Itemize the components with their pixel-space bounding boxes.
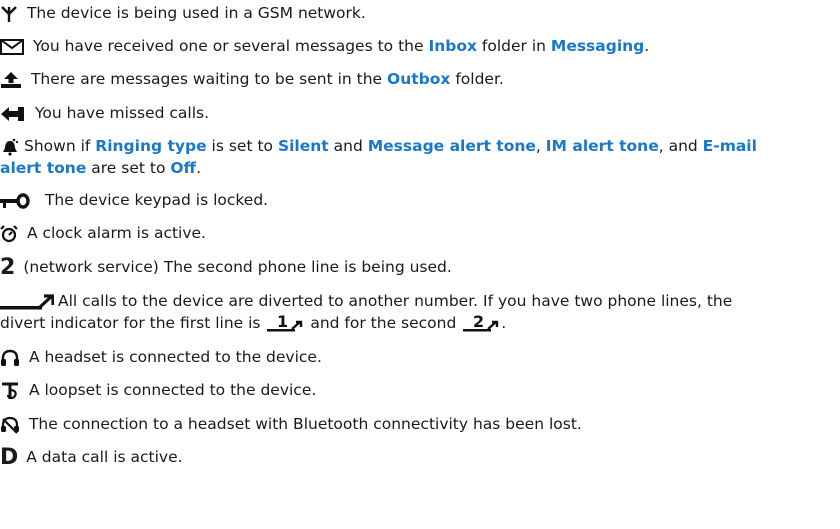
item-text: , bbox=[535, 137, 546, 155]
alarm-clock-icon bbox=[0, 224, 18, 243]
list-item: All calls to the device are diverted to … bbox=[0, 290, 840, 338]
item-text: A clock alarm is active. bbox=[26, 224, 206, 242]
item-text: You have received one or several message… bbox=[32, 37, 429, 55]
item-text: . bbox=[501, 314, 507, 332]
divert-line-two-number: 2 bbox=[473, 314, 484, 331]
ringing-type-link: Ringing type bbox=[95, 137, 207, 155]
email-alert-tone-link: alert tone bbox=[0, 159, 87, 177]
item-text: A loopset is connected to the device. bbox=[28, 381, 317, 399]
loopset-icon bbox=[0, 382, 20, 400]
item-text: A headset is connected to the device. bbox=[28, 348, 322, 366]
line-two-icon: 2 bbox=[0, 255, 16, 280]
list-item: The connection to a headset with Bluetoo… bbox=[0, 413, 840, 435]
divert-line-two-indicator: 2 bbox=[463, 312, 499, 338]
list-item: A loopset is connected to the device. bbox=[0, 379, 840, 401]
list-item: A clock alarm is active. bbox=[0, 222, 840, 244]
key-lock-icon bbox=[0, 192, 30, 209]
item-text: . bbox=[196, 159, 202, 177]
off-link: Off bbox=[170, 159, 197, 177]
item-text: are set to bbox=[86, 159, 171, 177]
item-text: The connection to a headset with Bluetoo… bbox=[28, 415, 582, 433]
item-text: folder in bbox=[476, 37, 551, 55]
outbox-upload-icon bbox=[0, 71, 22, 89]
inbox-link: Inbox bbox=[428, 37, 477, 55]
list-item: Shown if Ringing type is set to Silent a… bbox=[0, 135, 840, 179]
item-text: and bbox=[328, 137, 368, 155]
list-item: You have missed calls. bbox=[0, 102, 840, 124]
item-text: (network service) The second phone line … bbox=[23, 258, 452, 276]
envelope-icon bbox=[0, 38, 24, 55]
email-alert-tone-link: E-mail bbox=[702, 137, 757, 155]
divert-line-one-number: 1 bbox=[277, 314, 288, 331]
list-item: There are messages waiting to be sent in… bbox=[0, 68, 840, 90]
item-text: divert indicator for the first line is bbox=[0, 314, 266, 332]
list-item: A headset is connected to the device. bbox=[0, 346, 840, 368]
list-item: The device is being used in a GSM networ… bbox=[0, 2, 840, 24]
item-text: All calls to the device are diverted to … bbox=[58, 292, 733, 310]
antenna-icon bbox=[0, 5, 18, 23]
headset-icon bbox=[0, 349, 20, 367]
silent-bell-icon bbox=[0, 138, 20, 156]
outbox-link: Outbox bbox=[387, 70, 451, 88]
item-text: is set to bbox=[206, 137, 278, 155]
silent-link: Silent bbox=[277, 137, 329, 155]
list-item: 2 (network service) The second phone line… bbox=[0, 256, 840, 279]
data-call-icon: D bbox=[0, 445, 19, 470]
im-alert-tone-link: IM alert tone bbox=[545, 137, 659, 155]
divert-line-one-indicator: 1 bbox=[267, 312, 303, 338]
item-text: A data call is active. bbox=[26, 448, 183, 466]
item-text: and for the second bbox=[305, 314, 462, 332]
message-alert-tone-link: Message alert tone bbox=[367, 137, 536, 155]
list-item: D A data call is active. bbox=[0, 446, 840, 469]
missed-call-icon bbox=[0, 106, 26, 122]
messaging-link: Messaging bbox=[550, 37, 645, 55]
item-text: folder. bbox=[450, 70, 504, 88]
item-text: The device keypad is locked. bbox=[44, 191, 269, 209]
item-text: Shown if bbox=[24, 137, 96, 155]
call-divert-icon bbox=[0, 293, 54, 310]
item-text: There are messages waiting to be sent in… bbox=[30, 70, 388, 88]
list-item: The device keypad is locked. bbox=[0, 189, 840, 211]
list-item: You have received one or several message… bbox=[0, 35, 840, 57]
bluetooth-lost-icon bbox=[0, 416, 20, 434]
item-text: You have missed calls. bbox=[34, 104, 210, 122]
indicator-list: The device is being used in a GSM networ… bbox=[0, 0, 840, 529]
item-text: The device is being used in a GSM networ… bbox=[26, 4, 366, 22]
item-text: . bbox=[644, 37, 650, 55]
item-text: , and bbox=[658, 137, 703, 155]
